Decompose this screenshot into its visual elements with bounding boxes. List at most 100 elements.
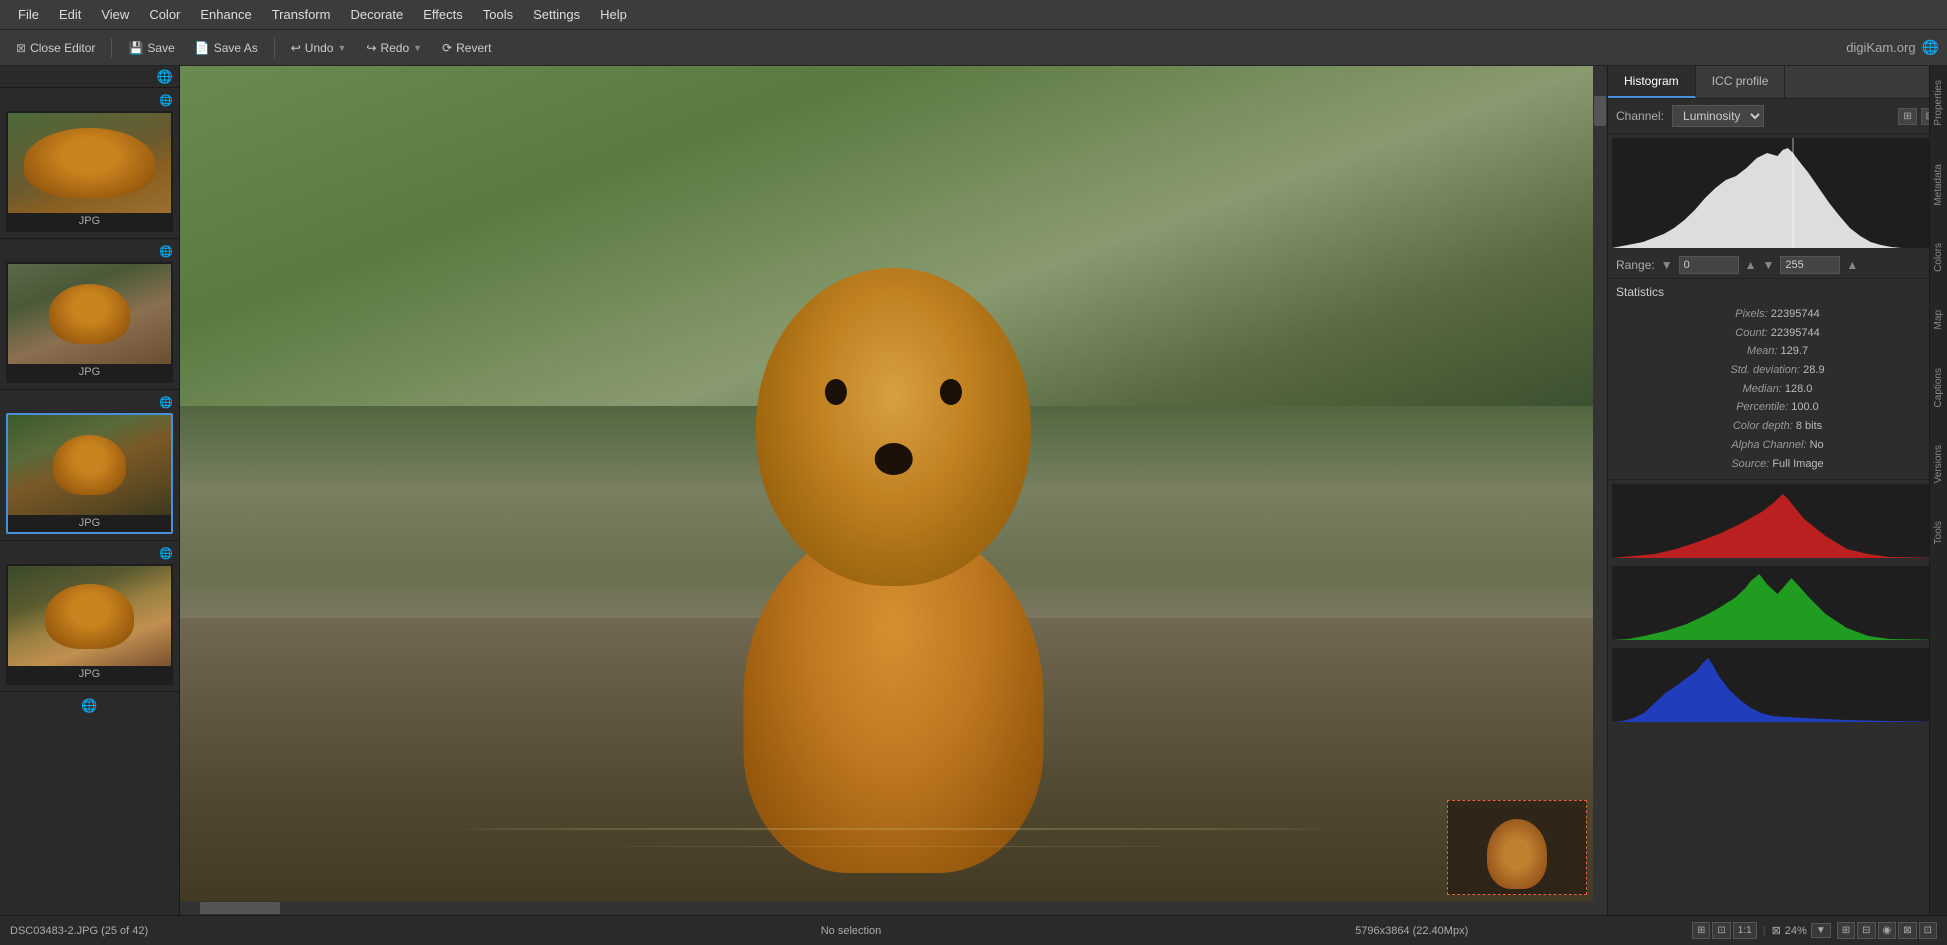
zoom-1-1-button[interactable]: 1:1 bbox=[1733, 922, 1757, 939]
view-icon-1[interactable]: ⊞ bbox=[1837, 922, 1855, 939]
toolbar-separator-1 bbox=[111, 38, 112, 58]
undo-icon: ↩ bbox=[291, 41, 301, 55]
menu-effects[interactable]: Effects bbox=[413, 3, 473, 26]
side-tab-captions[interactable]: Captions bbox=[1933, 364, 1944, 411]
histogram-svg bbox=[1612, 138, 1943, 248]
side-tab-properties[interactable]: Properties bbox=[1933, 76, 1944, 130]
thumbnail-3[interactable]: JPG bbox=[6, 413, 173, 534]
thumbnail-4[interactable]: JPG bbox=[6, 564, 173, 685]
side-tab-tools[interactable]: Tools bbox=[1933, 517, 1944, 548]
filmstrip-group-header-4: 🌐 bbox=[6, 547, 173, 560]
channel-icon-btn-1[interactable]: ⊞ bbox=[1898, 108, 1916, 125]
canvas-area[interactable] bbox=[180, 66, 1607, 915]
blue-hist-svg bbox=[1612, 648, 1943, 722]
tab-histogram[interactable]: Histogram bbox=[1608, 66, 1696, 98]
filmstrip-globe-icon: 🌐 bbox=[157, 69, 173, 85]
save-button[interactable]: 💾 Save bbox=[120, 37, 182, 59]
thumb-image-2 bbox=[8, 264, 171, 364]
range-max-input[interactable] bbox=[1780, 256, 1840, 274]
revert-button[interactable]: ⟳ Revert bbox=[434, 37, 499, 59]
close-editor-icon: ⊠ bbox=[16, 41, 26, 55]
range-max-down[interactable]: ▼ bbox=[1762, 258, 1774, 272]
channel-label: Channel: bbox=[1616, 109, 1664, 123]
toolbar-right: digiKam.org 🌐 bbox=[1846, 39, 1939, 56]
view-icon-3[interactable]: ◉ bbox=[1878, 922, 1897, 939]
range-min-input[interactable] bbox=[1679, 256, 1739, 274]
redo-icon: ↪ bbox=[366, 41, 376, 55]
main-photo-bg bbox=[180, 66, 1607, 915]
redo-button[interactable]: ↪ Redo ▼ bbox=[358, 37, 430, 59]
undo-dropdown-icon[interactable]: ▼ bbox=[337, 43, 346, 53]
fit-view-button[interactable]: ⊞ bbox=[1692, 922, 1710, 939]
scrollbar-thumb-vertical[interactable] bbox=[1594, 96, 1606, 126]
filmstrip-group-3: 🌐 JPG bbox=[0, 390, 179, 541]
view-icon-5[interactable]: ⊡ bbox=[1919, 922, 1937, 939]
menu-enhance[interactable]: Enhance bbox=[190, 3, 261, 26]
menu-file[interactable]: File bbox=[8, 3, 49, 26]
menu-transform[interactable]: Transform bbox=[262, 3, 341, 26]
zoom-dropdown[interactable]: ▼ bbox=[1811, 923, 1831, 938]
zoom-value: 24% bbox=[1785, 925, 1807, 937]
extra-view-icons: ⊞ ⊟ ◉ ⊠ ⊡ bbox=[1837, 922, 1937, 939]
mini-preview-dog bbox=[1487, 819, 1547, 889]
tab-icc-profile[interactable]: ICC profile bbox=[1696, 66, 1786, 98]
thumbnail-2[interactable]: JPG bbox=[6, 262, 173, 383]
dog-figure bbox=[644, 236, 1143, 873]
range-max-up[interactable]: ▲ bbox=[1846, 258, 1858, 272]
side-tab-metadata[interactable]: Metadata bbox=[1933, 160, 1944, 210]
filmstrip-group-globe-3: 🌐 bbox=[159, 396, 173, 409]
menu-color[interactable]: Color bbox=[139, 3, 190, 26]
view-icon-2[interactable]: ⊟ bbox=[1857, 922, 1875, 939]
range-min-down[interactable]: ▼ bbox=[1661, 258, 1673, 272]
menu-view[interactable]: View bbox=[91, 3, 139, 26]
channel-row: Channel: Luminosity Red Green Blue ⊞ ⊟ bbox=[1608, 99, 1947, 134]
zoom-icon: ⊠ bbox=[1772, 924, 1781, 937]
main-area: 🌐 🌐 JPG 🌐 JPG bbox=[0, 66, 1947, 915]
filmstrip-bottom-globe: 🌐 bbox=[81, 698, 97, 714]
globe-icon: 🌐 bbox=[1922, 39, 1939, 56]
menu-edit[interactable]: Edit bbox=[49, 3, 91, 26]
dog-thumb-2 bbox=[49, 284, 131, 344]
panel-tabs: Histogram ICC profile bbox=[1608, 66, 1947, 99]
filmstrip-group-globe-2: 🌐 bbox=[159, 245, 173, 258]
menu-decorate[interactable]: Decorate bbox=[340, 3, 413, 26]
right-panel: Histogram ICC profile Channel: Luminosit… bbox=[1607, 66, 1947, 915]
toolbar-separator-2 bbox=[274, 38, 275, 58]
undo-button[interactable]: ↩ Undo ▼ bbox=[283, 37, 355, 59]
save-icon: 💾 bbox=[128, 41, 143, 55]
channel-select[interactable]: Luminosity Red Green Blue bbox=[1672, 105, 1764, 127]
status-dimensions: 5796x3864 (22.40Mpx) bbox=[1131, 925, 1692, 937]
vertical-scrollbar[interactable] bbox=[1593, 66, 1607, 915]
thumb-image-1 bbox=[8, 113, 171, 213]
view-icon-4[interactable]: ⊠ bbox=[1898, 922, 1916, 939]
range-min-up[interactable]: ▲ bbox=[1745, 258, 1757, 272]
status-selection: No selection bbox=[571, 925, 1132, 937]
green-histogram bbox=[1612, 566, 1943, 640]
zoom-fit-button[interactable]: ⊡ bbox=[1712, 922, 1730, 939]
redo-dropdown-icon[interactable]: ▼ bbox=[413, 43, 422, 53]
menubar: File Edit View Color Enhance Transform D… bbox=[0, 0, 1947, 30]
thumbnail-1[interactable]: JPG bbox=[6, 111, 173, 232]
menu-help[interactable]: Help bbox=[590, 3, 637, 26]
close-editor-button[interactable]: ⊠ Close Editor bbox=[8, 37, 103, 59]
thumb-label-4: JPG bbox=[8, 666, 171, 683]
statusbar: DSC03483-2.JPG (25 of 42) No selection 5… bbox=[0, 915, 1947, 945]
save-as-button[interactable]: 📄 Save As bbox=[187, 37, 266, 59]
side-tab-versions[interactable]: Versions bbox=[1933, 441, 1944, 487]
thumb-image-3 bbox=[8, 415, 171, 515]
menu-settings[interactable]: Settings bbox=[523, 3, 590, 26]
dog-thumb-4 bbox=[45, 584, 135, 649]
filmstrip-group-globe-1: 🌐 bbox=[159, 94, 173, 107]
mini-preview-content bbox=[1487, 801, 1547, 894]
menu-tools[interactable]: Tools bbox=[473, 3, 523, 26]
filmstrip: 🌐 🌐 JPG 🌐 JPG bbox=[0, 66, 180, 915]
filmstrip-top: 🌐 bbox=[0, 66, 179, 88]
side-tab-colors[interactable]: Colors bbox=[1933, 239, 1944, 276]
horizontal-scrollbar[interactable] bbox=[180, 901, 1593, 915]
mini-preview bbox=[1447, 800, 1587, 895]
scrollbar-thumb-horizontal[interactable] bbox=[200, 902, 280, 914]
statistics-text: Pixels: 22395744 Count: 22395744 Mean: 1… bbox=[1616, 305, 1939, 473]
side-tab-map[interactable]: Map bbox=[1933, 306, 1944, 333]
green-hist-svg bbox=[1612, 566, 1943, 640]
thumb-label-3: JPG bbox=[8, 515, 171, 532]
